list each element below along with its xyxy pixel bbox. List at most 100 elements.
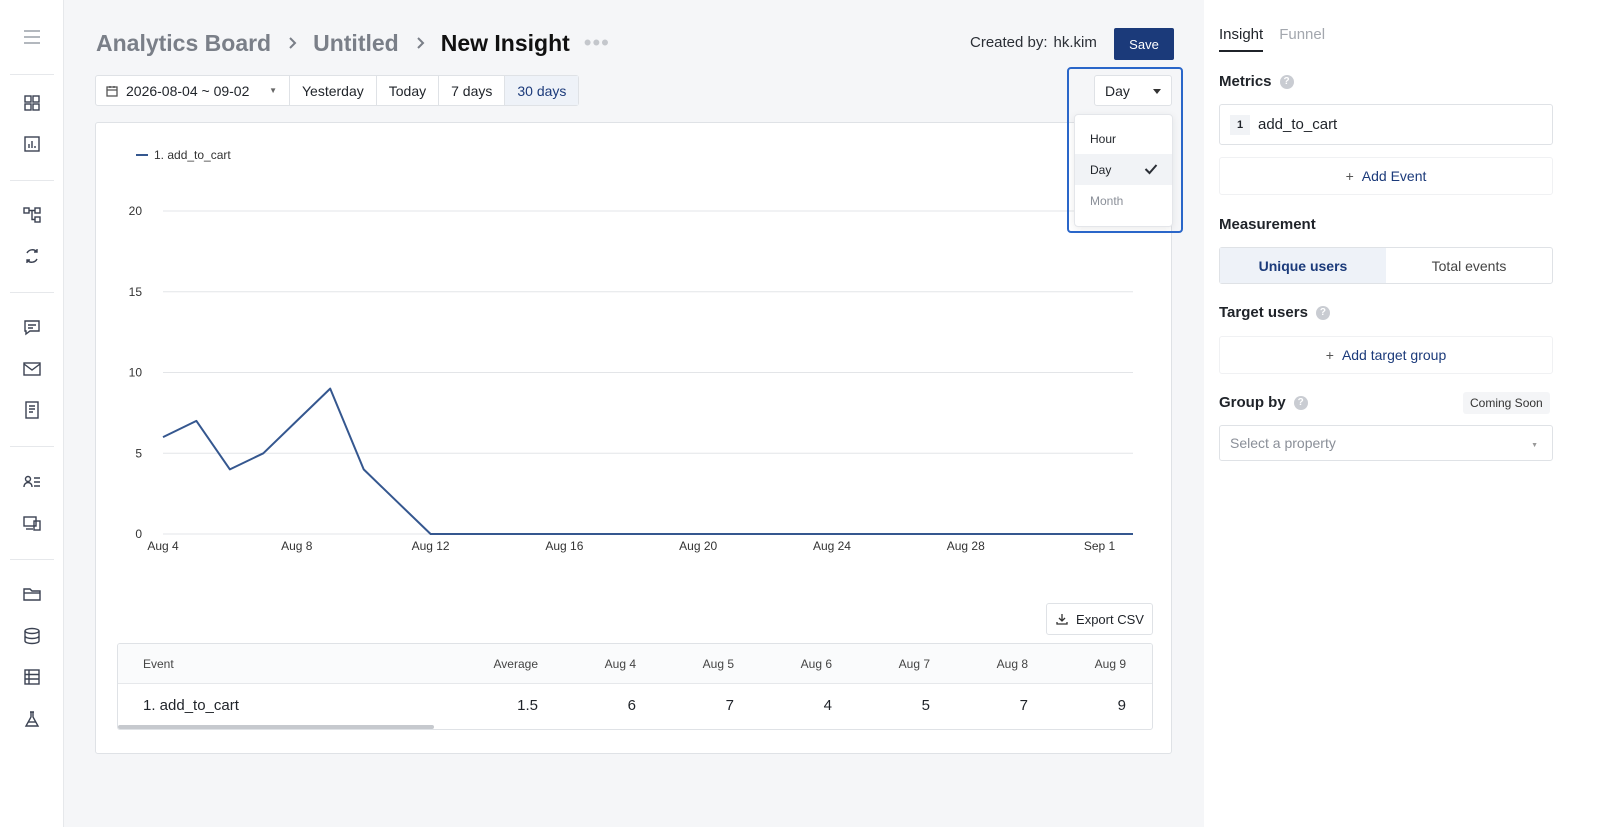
- calendar-icon: [106, 85, 118, 97]
- property-placeholder: Select a property: [1230, 435, 1336, 451]
- metric-index: 1: [1230, 114, 1250, 135]
- table-cell: 7: [1019, 696, 1028, 714]
- measurement-toggle: Unique users Total events: [1219, 247, 1553, 284]
- group-by-label: Group by?: [1219, 394, 1308, 411]
- breadcrumb: Analytics Board Untitled New Insight •••: [96, 26, 610, 60]
- created-by-label: Created by:: [970, 34, 1048, 51]
- x-tick-label: Aug 12: [412, 539, 450, 553]
- mail-icon[interactable]: [22, 359, 42, 379]
- granularity-menu: Hour Day Month: [1074, 114, 1173, 227]
- table-header-cell: Aug 4: [604, 656, 636, 671]
- table-header-row: Event Average Aug 4 Aug 5 Aug 6 Aug 7 Au…: [118, 644, 1152, 684]
- rail-divider: [10, 559, 54, 560]
- line-chart: 0 5 10 15 20 Aug 4 Aug 8 Aug 12 Aug 16 Aug 20 Aug …: [129, 204, 1133, 553]
- table-header-cell: Event: [143, 656, 174, 671]
- property-select[interactable]: Select a property ▼: [1219, 425, 1553, 461]
- table-icon[interactable]: [22, 667, 42, 687]
- tab-insight[interactable]: Insight: [1219, 26, 1264, 52]
- table-cell: 1.5: [517, 696, 538, 714]
- preset-30-days[interactable]: 30 days: [505, 76, 579, 105]
- add-event-button[interactable]: + Add Event: [1219, 157, 1553, 195]
- table-cell: 1. add_to_cart: [143, 696, 239, 714]
- chevron-right-icon: [285, 36, 299, 50]
- table-row: 1. add_to_cart 1.5 6 7 4 5 7 9: [118, 684, 1152, 726]
- horizontal-scrollbar[interactable]: [118, 725, 434, 729]
- export-csv-label: Export CSV: [1076, 611, 1144, 627]
- save-button[interactable]: Save: [1114, 28, 1174, 60]
- left-nav-rail: [0, 0, 64, 827]
- report-icon[interactable]: [22, 134, 42, 154]
- option-day[interactable]: Day: [1075, 154, 1172, 185]
- table-header-cell: Aug 9: [1094, 656, 1126, 671]
- data-table: Event Average Aug 4 Aug 5 Aug 6 Aug 7 Au…: [117, 643, 1153, 730]
- preset-yesterday[interactable]: Yesterday: [290, 76, 377, 105]
- x-tick-label: Aug 20: [679, 539, 717, 553]
- caret-down-icon: [1153, 89, 1161, 94]
- help-icon[interactable]: ?: [1279, 74, 1294, 89]
- rail-divider: [10, 180, 54, 181]
- x-tick-label: Sep 1: [1084, 539, 1116, 553]
- dashboard-icon[interactable]: [22, 93, 42, 113]
- option-month[interactable]: Month: [1075, 185, 1172, 216]
- x-tick-label: Aug 16: [545, 539, 583, 553]
- message-icon[interactable]: [22, 317, 42, 337]
- y-tick-label: 0: [135, 527, 142, 541]
- metrics-label: Metrics?: [1219, 73, 1294, 90]
- preset-7-days[interactable]: 7 days: [439, 76, 506, 105]
- preset-today[interactable]: Today: [377, 76, 440, 105]
- granularity-select[interactable]: Day: [1094, 75, 1172, 106]
- y-tick-label: 15: [129, 285, 143, 299]
- check-icon: [1144, 163, 1158, 175]
- y-tick-label: 20: [129, 204, 143, 218]
- database-icon[interactable]: [22, 626, 42, 646]
- x-tick-label: Aug 28: [947, 539, 985, 553]
- table-header-cell: Aug 7: [898, 656, 930, 671]
- chevron-right-icon: [413, 36, 427, 50]
- option-hour[interactable]: Hour: [1075, 123, 1172, 154]
- add-target-group-button[interactable]: + Add target group: [1219, 336, 1553, 374]
- rail-divider: [10, 292, 54, 293]
- unique-users-option[interactable]: Unique users: [1220, 248, 1386, 283]
- more-options-icon[interactable]: •••: [584, 30, 610, 56]
- flask-icon[interactable]: [22, 709, 42, 729]
- menu-icon[interactable]: [22, 28, 42, 46]
- x-tick-label: Aug 8: [281, 539, 313, 553]
- main-area: Analytics Board Untitled New Insight •••…: [64, 0, 1228, 827]
- folder-icon[interactable]: [22, 584, 42, 604]
- settings-panel: Insight Funnel Metrics? 1 add_to_cart + A…: [1204, 0, 1600, 827]
- x-tick-label: Aug 24: [813, 539, 851, 553]
- y-tick-label: 10: [129, 366, 143, 380]
- total-events-option[interactable]: Total events: [1386, 248, 1552, 283]
- panel-tabs: Insight Funnel: [1219, 26, 1341, 52]
- download-icon: [1056, 614, 1068, 625]
- table-cell: 9: [1117, 696, 1126, 714]
- granularity-value: Day: [1105, 82, 1130, 99]
- help-icon[interactable]: ?: [1315, 305, 1330, 320]
- table-header-cell: Aug 8: [996, 656, 1028, 671]
- y-tick-label: 5: [135, 446, 142, 460]
- date-range-value: 2026-08-04 ~ 09-02: [126, 82, 250, 99]
- tab-funnel[interactable]: Funnel: [1279, 26, 1325, 52]
- devices-icon[interactable]: [22, 513, 42, 533]
- date-range-bar: 2026-08-04 ~ 09-02 ▼ Yesterday Today 7 d…: [95, 75, 580, 106]
- date-range-picker[interactable]: 2026-08-04 ~ 09-02 ▼: [96, 76, 290, 105]
- export-csv-button[interactable]: Export CSV: [1046, 603, 1153, 635]
- table-cell: 6: [627, 696, 636, 714]
- help-icon[interactable]: ?: [1293, 395, 1308, 410]
- table-header-cell: Aug 6: [800, 656, 832, 671]
- measurement-label: Measurement: [1219, 216, 1316, 233]
- series-line: [162, 387, 1133, 535]
- refresh-icon[interactable]: [22, 246, 42, 266]
- page-title[interactable]: New Insight: [441, 30, 570, 57]
- table-cell: 5: [921, 696, 930, 714]
- breadcrumb-analytics-board[interactable]: Analytics Board: [96, 30, 271, 57]
- document-icon[interactable]: [22, 400, 42, 420]
- metric-item[interactable]: 1 add_to_cart: [1219, 104, 1553, 145]
- caret-down-icon: ▼: [1531, 442, 1538, 449]
- metric-event-name: add_to_cart: [1258, 116, 1338, 133]
- coming-soon-badge: Coming Soon: [1463, 392, 1550, 414]
- flow-icon[interactable]: [22, 205, 42, 225]
- users-list-icon[interactable]: [22, 472, 42, 492]
- table-cell: 4: [823, 696, 832, 714]
- breadcrumb-untitled[interactable]: Untitled: [313, 30, 399, 57]
